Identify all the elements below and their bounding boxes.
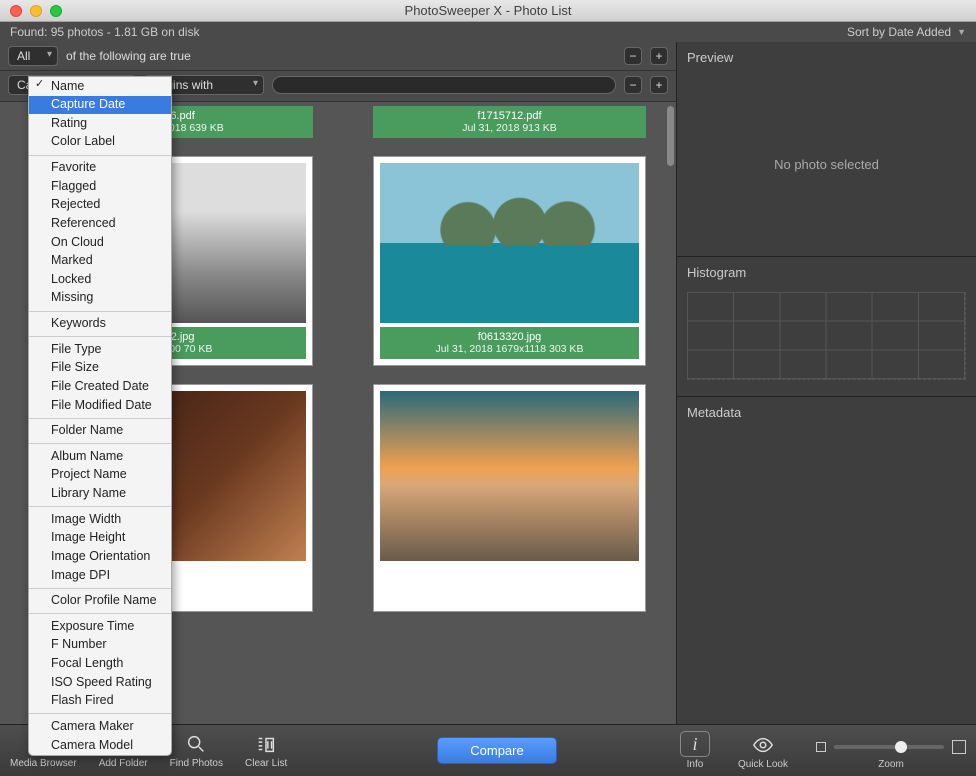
histogram-heading: Histogram (677, 257, 976, 288)
filter-scope-row: All of the following are true − + (0, 42, 676, 71)
dropdown-item[interactable]: Camera Model (29, 736, 171, 755)
dropdown-separator (29, 713, 171, 714)
dropdown-item[interactable]: Focal Length (29, 655, 171, 674)
filter-scope-suffix: of the following are true (66, 49, 191, 63)
dropdown-item[interactable]: Image Width (29, 510, 171, 529)
zoom-slider-knob[interactable] (895, 741, 907, 753)
photo-card[interactable]: f1715712.pdfJul 31, 2018 913 KB (373, 102, 646, 138)
dropdown-item[interactable]: Color Profile Name (29, 592, 171, 611)
dropdown-separator (29, 336, 171, 337)
status-bar: Found: 95 photos - 1.81 GB on disk Sort … (0, 22, 976, 42)
dropdown-separator (29, 443, 171, 444)
zoom-window-button[interactable] (50, 5, 62, 17)
dropdown-item[interactable]: Exposure Time (29, 617, 171, 636)
dropdown-item[interactable]: Marked (29, 252, 171, 271)
add-rule-button[interactable]: + (650, 47, 668, 65)
dropdown-separator (29, 311, 171, 312)
sort-label: Sort by Date Added (847, 25, 951, 39)
info-icon: i (680, 731, 710, 757)
dropdown-item[interactable]: File Modified Date (29, 396, 171, 415)
dropdown-item[interactable]: Camera Maker (29, 717, 171, 736)
dropdown-item[interactable]: Locked (29, 270, 171, 289)
dropdown-item[interactable]: Keywords (29, 315, 171, 334)
preview-empty-text: No photo selected (677, 73, 976, 256)
dropdown-item[interactable]: Referenced (29, 214, 171, 233)
quick-look-button[interactable]: Quick Look (738, 733, 788, 770)
photo-filename: f1715712.pdf (377, 110, 642, 122)
window-title: PhotoSweeper X - Photo List (0, 3, 976, 18)
dropdown-item[interactable]: Image DPI (29, 566, 171, 585)
dropdown-separator (29, 613, 171, 614)
dropdown-item[interactable]: Album Name (29, 447, 171, 466)
dropdown-item[interactable]: Camera Lens Model (29, 755, 171, 756)
photo-caption: f0613320.jpgJul 31, 2018 1679x1118 303 K… (380, 327, 639, 359)
dropdown-item[interactable]: Flash Fired (29, 692, 171, 711)
photo-caption: f1715712.pdfJul 31, 2018 913 KB (373, 106, 646, 138)
dropdown-item[interactable]: Favorite (29, 159, 171, 178)
dropdown-separator (29, 506, 171, 507)
dropdown-item[interactable]: Missing (29, 289, 171, 308)
zoom-slider[interactable] (834, 745, 944, 749)
dropdown-separator (29, 588, 171, 589)
dropdown-item[interactable]: File Created Date (29, 377, 171, 396)
dropdown-item[interactable]: Capture Date (29, 96, 171, 115)
dropdown-item[interactable]: F Number (29, 636, 171, 655)
dropdown-item[interactable]: Library Name (29, 485, 171, 504)
remove-rule-button[interactable]: − (624, 47, 642, 65)
dropdown-item[interactable]: Rejected (29, 196, 171, 215)
dropdown-item[interactable]: Image Orientation (29, 547, 171, 566)
dropdown-separator (29, 155, 171, 156)
photo-card[interactable] (373, 384, 646, 612)
dropdown-item[interactable]: Flagged (29, 177, 171, 196)
info-button[interactable]: i Info (680, 731, 710, 770)
minimize-window-button[interactable] (30, 5, 42, 17)
search-icon (184, 732, 208, 756)
found-count: Found: 95 photos - 1.81 GB on disk (10, 25, 199, 39)
dropdown-separator (29, 418, 171, 419)
clear-list-icon (254, 732, 278, 756)
photo-meta: Jul 31, 2018 1679x1118 303 KB (384, 343, 635, 355)
scrollbar-thumb[interactable] (667, 106, 674, 166)
eye-icon (751, 733, 775, 757)
photo-thumbnail[interactable] (380, 391, 639, 561)
filter-scope-select[interactable]: All (8, 46, 58, 66)
dropdown-item[interactable]: ISO Speed Rating (29, 673, 171, 692)
filter-value-input[interactable] (272, 76, 616, 94)
dropdown-item[interactable]: On Cloud (29, 233, 171, 252)
traffic-lights (0, 5, 62, 17)
photo-filename: f0613320.jpg (384, 331, 635, 343)
photo-meta: Jul 31, 2018 913 KB (377, 122, 642, 134)
dropdown-item[interactable]: Project Name (29, 466, 171, 485)
clear-list-button[interactable]: Clear List (245, 732, 287, 769)
metadata-heading: Metadata (677, 397, 976, 428)
dropdown-item[interactable]: Rating (29, 114, 171, 133)
dropdown-item[interactable]: Folder Name (29, 422, 171, 441)
compare-button[interactable]: Compare (437, 737, 556, 764)
sort-dropdown[interactable]: Sort by Date Added ▼ (847, 25, 966, 39)
filter-field-dropdown[interactable]: NameCapture DateRatingColor Label Favorit… (28, 76, 172, 756)
close-window-button[interactable] (10, 5, 22, 17)
histogram-grid (687, 292, 966, 380)
zoom-control: Zoom (816, 740, 966, 770)
find-photos-button[interactable]: Find Photos (170, 732, 223, 769)
add-condition-button[interactable]: + (650, 76, 668, 94)
dropdown-item[interactable]: File Size (29, 359, 171, 378)
inspector-panel: Preview No photo selected Histogram Meta… (676, 42, 976, 724)
remove-condition-button[interactable]: − (624, 76, 642, 94)
photo-thumbnail[interactable] (380, 163, 639, 323)
dropdown-item[interactable]: File Type (29, 340, 171, 359)
dropdown-item[interactable]: Image Height (29, 529, 171, 548)
zoom-small-icon[interactable] (816, 742, 826, 752)
dropdown-item[interactable]: Color Label (29, 133, 171, 152)
preview-heading: Preview (677, 42, 976, 73)
dropdown-item[interactable]: Name (29, 77, 171, 96)
chevron-down-icon: ▼ (957, 27, 966, 37)
photo-card[interactable]: f0613320.jpgJul 31, 2018 1679x1118 303 K… (373, 156, 646, 366)
zoom-large-icon[interactable] (952, 740, 966, 754)
titlebar: PhotoSweeper X - Photo List (0, 0, 976, 22)
